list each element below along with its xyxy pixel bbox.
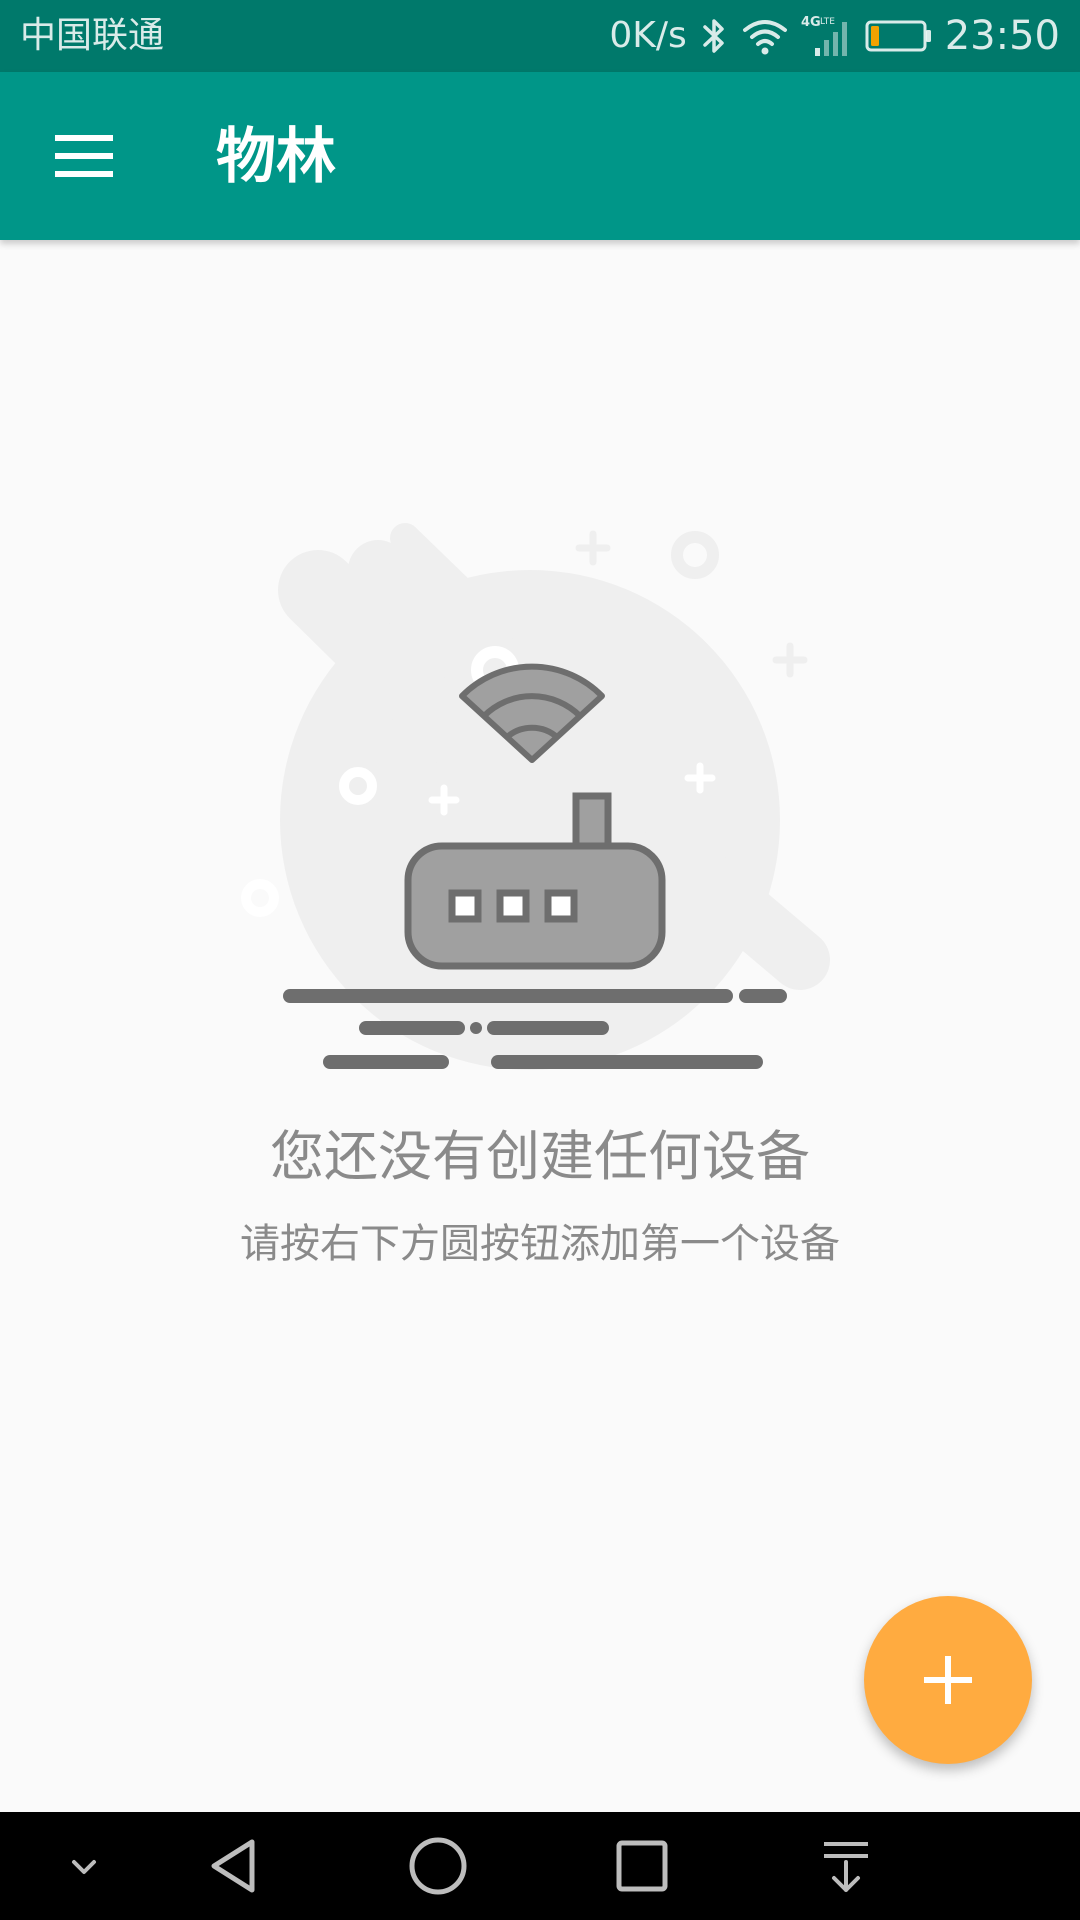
nav-notification-button[interactable]	[804, 1824, 888, 1908]
network-speed: 0K/s	[609, 15, 687, 56]
notification-pull-icon	[824, 1842, 868, 1892]
status-bar: 中国联通 0K/s 4G LTE 23:50	[0, 0, 1080, 72]
system-nav-bar	[0, 1812, 1080, 1920]
empty-state-illustration	[240, 520, 840, 1080]
recents-icon	[616, 1840, 668, 1892]
network-subtype-label: LTE	[820, 17, 835, 27]
app-bar: 物林	[0, 72, 1080, 240]
collapse-icon	[72, 1860, 96, 1874]
menu-button[interactable]	[44, 116, 124, 196]
carrier-name: 中国联通	[20, 15, 165, 56]
empty-state-subtitle: 请按右下方圆按钮添加第一个设备	[240, 1221, 840, 1267]
nav-home-button[interactable]	[396, 1824, 480, 1908]
hamburger-menu-icon	[55, 135, 113, 177]
add-device-button[interactable]	[864, 1596, 1032, 1764]
wifi-icon	[741, 16, 789, 56]
cellular-signal-icon: 4G LTE	[801, 14, 853, 58]
page-title: 物林	[216, 122, 336, 192]
home-icon	[409, 1837, 467, 1895]
empty-state-title: 您还没有创建任何设备	[270, 1125, 810, 1188]
bluetooth-icon	[699, 16, 729, 56]
nav-recents-button[interactable]	[600, 1824, 684, 1908]
device-list-screen: 中国联通 0K/s 4G LTE 23:50 物林 您还没有创建任何设备 请按右…	[0, 0, 1080, 1920]
plus-icon	[924, 1656, 972, 1704]
nav-collapse-button[interactable]	[42, 1824, 126, 1908]
status-indicators: 0K/s 4G LTE 23:50	[609, 14, 1060, 58]
battery-icon	[865, 18, 933, 54]
wifi-router-icon	[241, 523, 830, 1070]
clock: 23:50	[944, 13, 1060, 59]
back-icon	[211, 1839, 255, 1893]
network-type-label: 4G	[801, 15, 821, 30]
nav-back-button[interactable]	[192, 1824, 276, 1908]
